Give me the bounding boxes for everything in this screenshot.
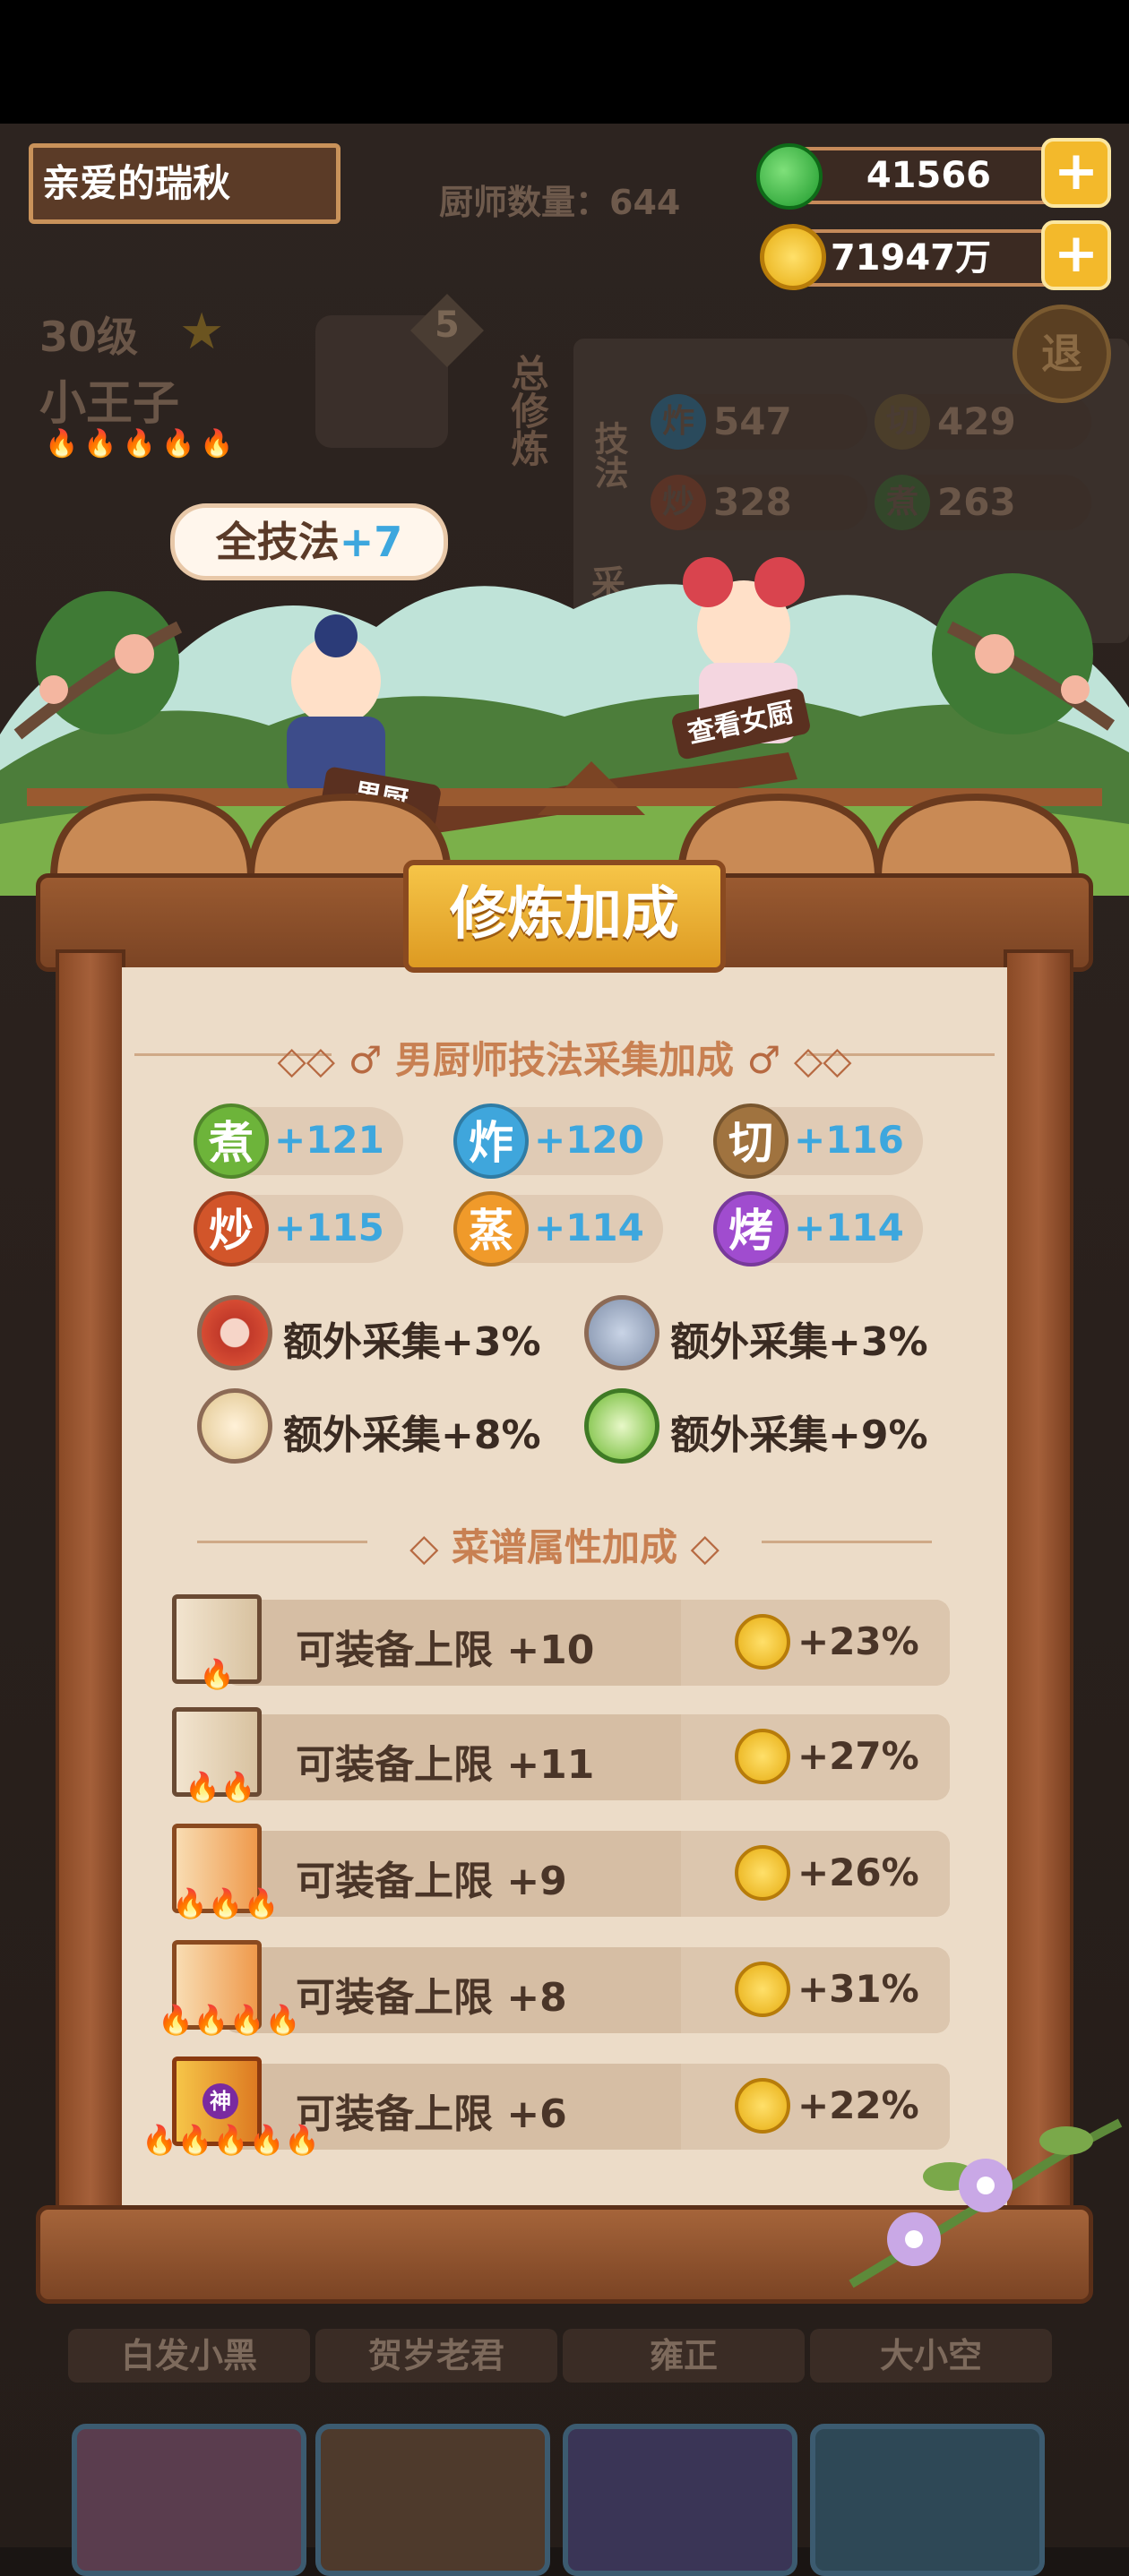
male-section-title: ◇◇ ♂ 男厨师技法采集加成 ♂ ◇◇ xyxy=(277,1038,852,1082)
extra-fish-text: 额外采集+3% xyxy=(670,1319,928,1365)
divine-badge: 神 xyxy=(203,2083,238,2119)
add-jade-button[interactable]: + xyxy=(1041,138,1111,208)
chef-count: 厨师数量：644 xyxy=(439,183,681,222)
train-tab[interactable]: 总修炼 xyxy=(497,354,551,467)
fry-skill-icon: 炸 xyxy=(453,1103,529,1179)
boil-skill-value: +121 xyxy=(274,1118,384,1162)
recipe-label: 可装备上限 +6 xyxy=(296,2091,567,2137)
roast-skill-value: +114 xyxy=(794,1206,904,1249)
panel-frame-right xyxy=(1004,949,1073,2230)
chef-card[interactable] xyxy=(315,2424,550,2576)
recipe-section-title: ◇ 菜谱属性加成 ◇ xyxy=(409,1525,720,1569)
coin-icon xyxy=(735,1962,790,2017)
recipe-bonus: +26% xyxy=(797,1850,919,1894)
steam-skill-icon: 蒸 xyxy=(453,1191,529,1267)
flame-icon: 🔥🔥🔥 xyxy=(172,1886,280,1920)
all-skill-bubble: 全技法+7 xyxy=(170,503,448,580)
stat-cut-value: 429 xyxy=(937,399,1016,443)
coin-icon xyxy=(735,1614,790,1670)
player-name[interactable]: 亲爱的瑞秋 xyxy=(29,143,340,224)
fish-icon xyxy=(584,1295,659,1370)
flower-decoration-icon xyxy=(849,2118,1123,2288)
chef-card[interactable] xyxy=(72,2424,306,2576)
flour-icon xyxy=(197,1388,272,1464)
skill-label: 技法 xyxy=(589,421,628,489)
boil-skill-icon: 煮 xyxy=(194,1103,269,1179)
fry-skill-value: +120 xyxy=(534,1118,644,1162)
vegetable-icon xyxy=(584,1388,659,1464)
stirfry-skill-icon: 炒 xyxy=(194,1191,269,1267)
roast-skill-icon: 烤 xyxy=(713,1191,789,1267)
flame-icon: 🔥 xyxy=(199,1657,235,1691)
recipe-section-title-text: 菜谱属性加成 xyxy=(451,1525,677,1569)
chef-name: 小王子 xyxy=(39,377,180,431)
chef-card[interactable] xyxy=(810,2424,1045,2576)
exit-button[interactable]: 退 xyxy=(1013,305,1111,403)
chef-name-plate[interactable]: 贺岁老君 xyxy=(315,2329,557,2383)
coin-icon xyxy=(735,1729,790,1784)
cut-skill-value: +116 xyxy=(794,1118,904,1162)
cut-icon: 切 xyxy=(875,394,930,450)
coin-amount: 71947万 xyxy=(830,237,991,279)
status-bar xyxy=(0,0,1129,124)
male-section-title-text: 男厨师技法采集加成 xyxy=(394,1038,734,1082)
jade-icon xyxy=(756,143,823,210)
flame-icon: 🔥🔥 xyxy=(185,1770,256,1804)
panel-title: 修炼加成 xyxy=(403,860,726,973)
badge-count: 5 xyxy=(435,305,460,346)
chef-level: 30级 xyxy=(39,313,139,361)
recipe-label: 可装备上限 +8 xyxy=(296,1975,567,2021)
meat-icon xyxy=(197,1295,272,1370)
coin-icon xyxy=(735,2078,790,2134)
stat-fry-value: 547 xyxy=(713,399,792,443)
all-skill-value: +7 xyxy=(339,518,403,566)
steam-skill-value: +114 xyxy=(534,1206,644,1249)
recipe-bonus: +27% xyxy=(797,1734,919,1778)
chef-name-plate[interactable]: 雍正 xyxy=(563,2329,805,2383)
extra-flour-text: 额外采集+8% xyxy=(283,1413,541,1458)
recipe-bonus: +31% xyxy=(797,1967,919,2011)
stirfry-skill-value: +115 xyxy=(274,1206,384,1249)
chef-name-plate[interactable]: 大小空 xyxy=(810,2329,1052,2383)
chef-name-plate[interactable]: 白发小黑 xyxy=(68,2329,310,2383)
recipe-label: 可装备上限 +11 xyxy=(296,1742,595,1788)
coin-icon xyxy=(760,224,826,290)
flame-rating-icon: 🔥🔥🔥🔥🔥 xyxy=(45,428,239,459)
extra-vegetable-text: 额外采集+9% xyxy=(670,1413,928,1458)
panel-frame-left xyxy=(56,949,125,2230)
chef-card[interactable] xyxy=(563,2424,797,2576)
fry-icon: 炸 xyxy=(651,394,706,450)
flame-icon: 🔥🔥🔥🔥🔥 xyxy=(142,2123,321,2157)
jade-amount: 41566 xyxy=(866,155,991,196)
star-icon: ★ xyxy=(179,303,225,361)
flame-icon: 🔥🔥🔥🔥 xyxy=(158,2003,301,2037)
add-coin-button[interactable]: + xyxy=(1041,220,1111,290)
recipe-label: 可装备上限 +9 xyxy=(296,1859,567,1904)
recipe-label: 可装备上限 +10 xyxy=(296,1627,595,1673)
all-skill-label: 全技法 xyxy=(215,518,340,566)
cut-skill-icon: 切 xyxy=(713,1103,789,1179)
recipe-bonus: +23% xyxy=(797,1619,919,1663)
extra-meat-text: 额外采集+3% xyxy=(283,1319,541,1365)
coin-icon xyxy=(735,1845,790,1901)
